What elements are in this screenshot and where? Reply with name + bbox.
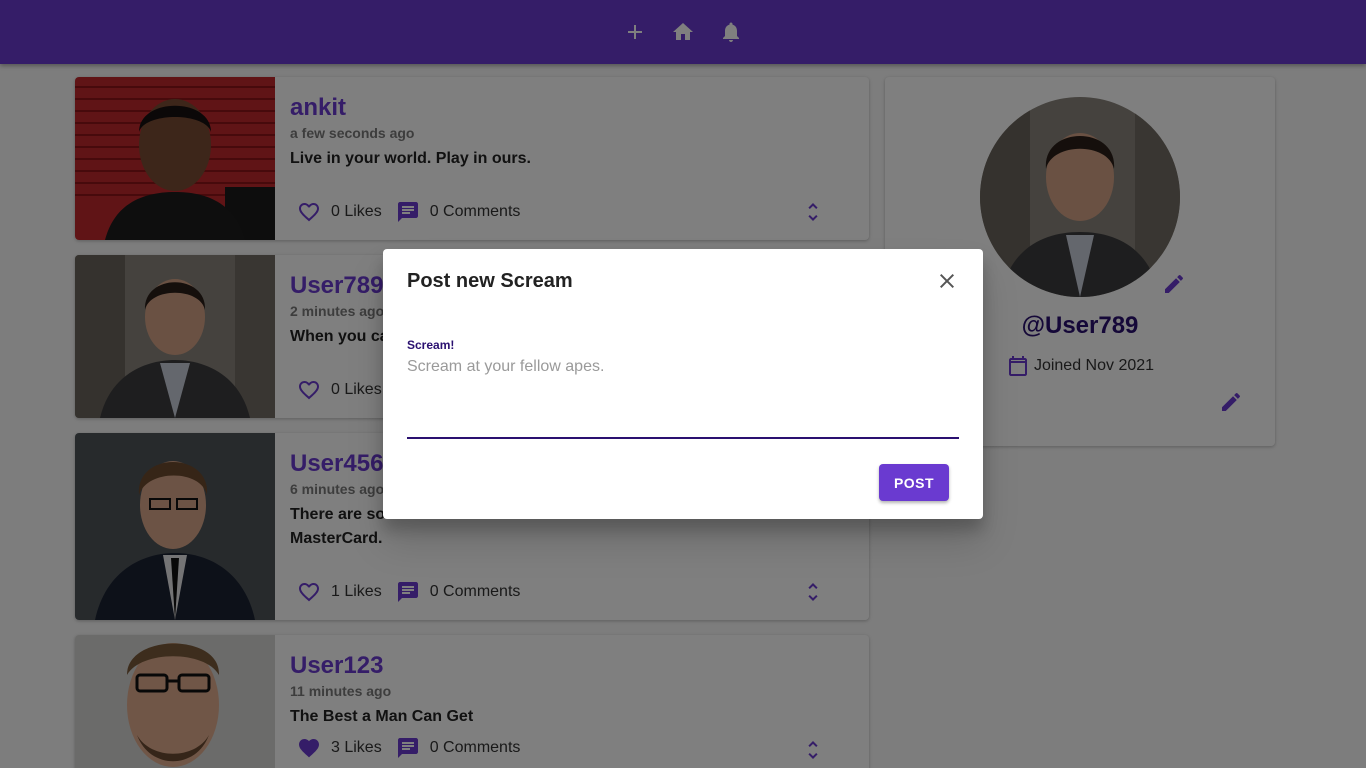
close-dialog-button[interactable]	[935, 269, 959, 293]
post-button[interactable]: POST	[879, 464, 949, 501]
scream-field-label: Scream!	[407, 338, 455, 352]
close-icon	[940, 274, 954, 288]
scream-input[interactable]	[407, 355, 959, 439]
dialog-title: Post new Scream	[407, 270, 573, 292]
post-scream-dialog: Post new Scream Scream! POST	[383, 249, 983, 519]
